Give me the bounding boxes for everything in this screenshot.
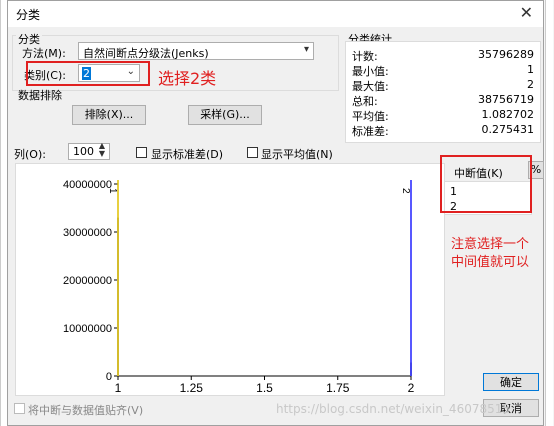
y-tick-label: 10000000 xyxy=(63,323,112,335)
classification-dialog: 分类 ✕ 分类 方法(M): 自然间断点分级法(Jenks) ▾ 类别(C): … xyxy=(7,0,544,426)
columns-spinner[interactable]: 100 ▲ ▼ xyxy=(68,142,110,160)
watermark: https://blog.csdn.net/weixin_46078515 xyxy=(276,402,511,416)
exclude-button[interactable]: 排除(X)... xyxy=(72,105,146,125)
x-tick-label: 1.5 xyxy=(256,381,273,395)
y-tick-label: 40000000 xyxy=(63,179,112,191)
annotation-line-1: 注意选择一个 xyxy=(451,237,530,252)
annotation-box-classes xyxy=(26,61,150,86)
break-marker-label: 1 xyxy=(107,188,118,194)
title-bar: 分类 ✕ xyxy=(8,1,543,27)
y-tick-label: 0 xyxy=(106,371,112,383)
stats-row: 最大值: 2 xyxy=(352,78,534,93)
y-tick-label: 20000000 xyxy=(63,275,112,287)
show-std-label: 显示标准差(D) xyxy=(151,148,224,161)
x-tick-label: 2 xyxy=(408,381,415,395)
method-select[interactable]: 自然间断点分级法(Jenks) ▾ xyxy=(78,42,314,60)
snap-label: 将中断与数据值贴齐(V) xyxy=(28,404,144,417)
annotation-select-classes: 选择2类 xyxy=(158,69,217,88)
show-mean-checkbox[interactable] xyxy=(247,147,258,158)
columns-value: 100 xyxy=(73,145,94,158)
columns-label: 列(O): xyxy=(14,148,46,161)
dialog-title: 分类 xyxy=(16,8,41,22)
show-std-checkbox[interactable] xyxy=(136,147,147,158)
annotation-box-breaks xyxy=(440,155,532,213)
histogram-chart: 0100000002000000030000000400000001 1.25 1.… xyxy=(63,179,415,395)
stats-panel: 计数: 35796289 最小值: 1 最大值: 2 总和: 38756719 平均值:… xyxy=(345,41,541,143)
snap-checkbox[interactable] xyxy=(14,403,25,414)
spinner-arrows-icon[interactable]: ▲ ▼ xyxy=(99,142,105,158)
histogram-panel: 0 10000000 20000000 30000000 40000000 1 1.25 1.… xyxy=(15,163,445,396)
ok-button[interactable]: 确定 xyxy=(483,373,539,391)
stats-row: 计数: 35796289 xyxy=(352,48,534,63)
stats-row: 平均值: 1.082702 xyxy=(352,108,534,123)
close-icon[interactable]: ✕ xyxy=(520,3,533,22)
x-tick-label: 1 xyxy=(115,381,122,395)
y-tick-label: 30000000 xyxy=(63,227,112,239)
annotation-line-2: 中间值就可以 xyxy=(451,255,530,270)
x-tick-label: 1.75 xyxy=(326,381,350,395)
x-tick-label: 1.25 xyxy=(180,381,204,395)
sample-button[interactable]: 采样(G)... xyxy=(188,105,262,125)
method-select-value: 自然间断点分级法(Jenks) xyxy=(83,47,209,60)
method-label: 方法(M): xyxy=(22,47,66,60)
show-mean-label: 显示平均值(N) xyxy=(261,148,333,161)
stats-row: 标准差: 0.275431 xyxy=(352,123,534,138)
background-right-edge xyxy=(545,0,553,426)
break-marker-label: 2 xyxy=(400,188,411,194)
stats-row: 总和: 38756719 xyxy=(352,93,534,108)
stats-row: 最小值: 1 xyxy=(352,63,534,78)
chevron-down-icon: ▾ xyxy=(303,44,309,55)
sampling-group-label: 数据排除 xyxy=(18,89,62,102)
